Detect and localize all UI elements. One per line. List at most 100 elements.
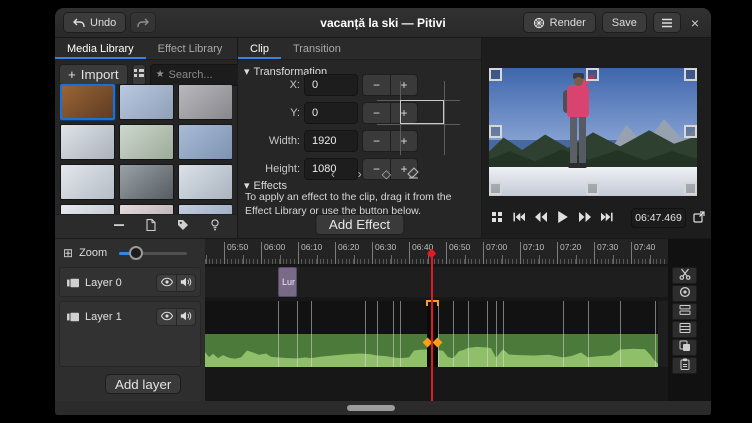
ruler-label: 06:00 [264,242,285,252]
horizontal-scrollbar[interactable] [347,405,395,411]
go-start-button[interactable] [510,209,527,227]
layer-0-controls: Layer 0 [59,267,201,297]
layer-1-audio-toggle[interactable] [176,308,196,326]
clip-boundary [563,301,564,367]
preview-person [574,77,583,86]
layer-1-visibility-toggle[interactable] [156,308,176,326]
thumbnail-clip-11[interactable] [119,204,174,214]
zoom-slider-handle[interactable] [129,246,143,260]
video-preview [489,68,697,196]
thumbnail-clip-10[interactable] [60,204,115,214]
redo-icon [137,17,149,29]
thumbnail-clip-5[interactable] [119,124,174,160]
tab-effect-library[interactable]: Effect Library [146,38,235,59]
timeline-ruler[interactable]: 05:5006:0006:1006:2006:3006:4006:5007:00… [205,239,668,265]
close-button[interactable]: × [687,15,703,31]
project-settings-button[interactable] [207,219,223,235]
add-layer-button[interactable]: Add layer [105,374,181,394]
plus-icon: + [68,67,76,82]
group-button[interactable] [672,321,697,338]
save-button[interactable]: Save [602,12,647,33]
undo-button[interactable]: Undo [63,12,126,33]
seek-back-button[interactable] [532,209,549,227]
eye-icon [161,310,173,325]
clip-panel-tabs: ClipTransition [238,38,481,60]
split-icon [679,268,691,283]
transform-handle[interactable] [489,68,502,81]
keyframe-button[interactable] [672,285,697,302]
title-clip[interactable]: Lur [278,267,297,297]
paste-button[interactable] [672,357,697,374]
ungroup-button[interactable] [672,303,697,320]
render-label: Render [550,17,586,29]
import-button[interactable]: + Import [59,64,128,86]
copy-button[interactable] [672,339,697,356]
safe-areas-button[interactable] [488,209,505,227]
previous-keyframe-button[interactable]: ‹ [325,166,341,182]
clip-boundary [278,301,279,367]
transform-handle[interactable] [684,125,697,138]
speaker-icon [180,276,192,291]
reset-transform-button[interactable] [405,166,421,182]
thumbnail-clip-12[interactable] [178,204,233,214]
list-view-icon [133,67,145,82]
favorites-icon: ★ [156,69,165,80]
next-keyframe-button[interactable]: › [352,166,368,182]
remove-clip-button[interactable] [111,219,127,235]
y--value-field[interactable]: 0 [304,102,358,124]
zoom-slider[interactable] [119,252,187,255]
transform-handle[interactable] [489,125,502,138]
width--value-field[interactable]: 1920 [304,130,358,152]
undock-viewer-button[interactable] [691,209,707,227]
width--label: Width: [242,130,300,152]
safe-areas-icon [491,211,503,226]
redo-button[interactable] [130,12,156,33]
play-button[interactable] [554,209,571,227]
selected-clip[interactable] [427,301,438,367]
thumbnail-clip-9[interactable] [178,164,233,200]
tag-button[interactable] [175,219,191,235]
add-effect-button[interactable]: Add Effect [315,214,404,235]
thumbnail-clip-3[interactable] [178,84,233,120]
transform-preview-graphic [377,81,460,155]
split-button[interactable] [672,267,697,284]
seek-forward-button[interactable] [576,209,593,227]
clip-boundary [438,301,439,367]
transform-handle[interactable] [684,68,697,81]
thumbnail-clip-8[interactable] [119,164,174,200]
render-button[interactable]: Render [523,12,596,33]
transform-handle[interactable] [586,182,599,195]
playhead[interactable] [431,249,433,401]
library-view-toggle-button[interactable] [132,64,146,86]
clip-properties-button[interactable] [143,219,159,235]
layer-1-track[interactable] [205,301,668,367]
layer-0-track[interactable]: Lur [205,267,668,297]
go-end-button[interactable] [598,209,615,227]
transform-handle[interactable] [684,182,697,195]
tab-transition[interactable]: Transition [281,38,353,59]
ruler-label: 05:50 [227,242,248,252]
media-library-footer [55,214,237,238]
menu-button[interactable] [653,12,681,33]
height--label: Height: [242,158,300,180]
ruler-label: 07:30 [597,242,618,252]
timeline: ⊞ Zoom Layer 0 [55,238,711,415]
tab-clip[interactable]: Clip [238,38,281,59]
thumbnail-clip-1[interactable] [60,84,115,120]
thumbnail-clip-4[interactable] [60,124,115,160]
timecode-display[interactable]: 06:47.469 [631,208,686,228]
layer-0-visibility-toggle[interactable] [156,274,176,292]
add-keyframe-button[interactable]: ◇ [378,166,394,182]
media-thumbnail-grid [60,84,232,214]
clip-boundary [311,301,312,367]
transform-handle[interactable] [586,68,599,81]
zoom-fit-icon[interactable]: ⊞ [63,246,73,260]
thumbnail-clip-7[interactable] [60,164,115,200]
thumbnail-clip-6[interactable] [178,124,233,160]
transport-bar: 06:47.469 [488,207,707,229]
transform-handle[interactable] [489,182,502,195]
tab-media-library[interactable]: Media Library [55,38,146,59]
layer-0-audio-toggle[interactable] [176,274,196,292]
thumbnail-clip-2[interactable] [119,84,174,120]
x--value-field[interactable]: 0 [304,74,358,96]
